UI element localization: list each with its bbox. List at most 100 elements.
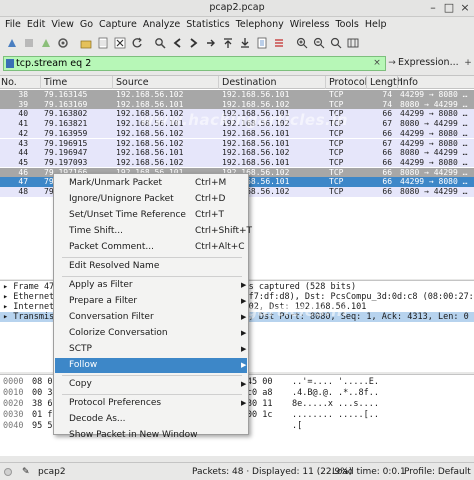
menu-telephony[interactable]: Telephony bbox=[233, 17, 287, 32]
context-menu-item-follow[interactable]: Follow ▶ bbox=[55, 358, 247, 373]
column-divider[interactable] bbox=[40, 76, 41, 89]
packet-protocol: TCP bbox=[329, 148, 344, 158]
packet-length: 67 bbox=[382, 138, 393, 148]
menu-file[interactable]: File bbox=[2, 17, 24, 32]
main-toolbar bbox=[0, 33, 474, 53]
column-header-protocol[interactable]: Protocol bbox=[329, 77, 367, 88]
menu-edit[interactable]: Edit bbox=[24, 17, 48, 32]
column-header-destination[interactable]: Destination bbox=[222, 77, 277, 88]
reload-file-icon[interactable] bbox=[129, 36, 144, 51]
menu-item-label: Time Shift... bbox=[69, 226, 123, 236]
packet-no: 47 bbox=[18, 177, 29, 187]
context-menu-item-set-unset-time-reference[interactable]: Set/Unset Time Reference Ctrl+T bbox=[55, 208, 247, 223]
packet-info: 44299 → 8080 … bbox=[400, 157, 468, 167]
menu-capture[interactable]: Capture bbox=[96, 17, 140, 32]
go-back-icon[interactable] bbox=[169, 36, 184, 51]
toolbar-separator bbox=[288, 36, 292, 51]
title-bar: pcap2.pcap – □ × bbox=[0, 0, 474, 17]
context-menu-item-decode-as[interactable]: Decode As... bbox=[55, 412, 247, 427]
menu-wireless[interactable]: Wireless bbox=[287, 17, 333, 32]
bytes-ascii: 8e.....x ...s.... bbox=[292, 399, 379, 409]
last-packet-icon[interactable] bbox=[237, 36, 252, 51]
capture-options-icon[interactable] bbox=[55, 36, 70, 51]
open-file-icon[interactable] bbox=[78, 36, 93, 51]
packet-destination: 192.168.56.101 bbox=[222, 138, 290, 148]
stop-capture-icon[interactable] bbox=[21, 36, 36, 51]
find-packet-icon[interactable] bbox=[152, 36, 167, 51]
menu-statistics[interactable]: Statistics bbox=[183, 17, 232, 32]
packet-row[interactable]: 38 79.163145 192.168.56.102 192.168.56.101 T… bbox=[0, 90, 474, 100]
minimize-icon[interactable]: – bbox=[426, 1, 440, 15]
close-icon[interactable]: × bbox=[458, 1, 472, 15]
submenu-arrow-icon: ▶ bbox=[241, 281, 247, 289]
column-divider[interactable] bbox=[112, 76, 113, 89]
zoom-out-icon[interactable] bbox=[311, 36, 326, 51]
packet-row[interactable]: 44 79.196947 192.168.56.101 192.168.56.102 T… bbox=[0, 148, 474, 158]
packet-length: 66 bbox=[382, 167, 393, 177]
display-filter-input[interactable]: tcp.stream eq 2 bbox=[3, 56, 386, 71]
add-filter-button-icon[interactable]: + bbox=[462, 57, 474, 70]
status-profile[interactable]: Profile: Default bbox=[404, 467, 471, 477]
menu-item-shortcut: Ctrl+Shift+T bbox=[195, 226, 253, 236]
bytes-offset: 0030 bbox=[3, 410, 24, 420]
packet-row[interactable]: 43 79.196915 192.168.56.102 192.168.56.101 T… bbox=[0, 138, 474, 148]
column-header-time[interactable]: Time bbox=[44, 77, 67, 88]
packet-row[interactable]: 39 79.163169 192.168.56.101 192.168.56.102 T… bbox=[0, 99, 474, 110]
context-menu-item-show-packet-in-new-window[interactable]: Show Packet in New Window bbox=[55, 428, 247, 443]
go-to-packet-icon[interactable] bbox=[203, 36, 218, 51]
bytes-offset: 0040 bbox=[3, 421, 24, 431]
first-packet-icon[interactable] bbox=[220, 36, 235, 51]
zoom-in-icon[interactable] bbox=[294, 36, 309, 51]
clear-filter-icon[interactable]: × bbox=[371, 57, 383, 70]
menu-help[interactable]: Help bbox=[362, 17, 390, 32]
apply-filter-icon[interactable]: → bbox=[386, 57, 398, 70]
packet-row[interactable]: 42 79.163959 192.168.56.102 192.168.56.101 T… bbox=[0, 128, 474, 139]
menu-item-label: Decode As... bbox=[69, 414, 126, 424]
zoom-reset-icon[interactable] bbox=[328, 36, 343, 51]
column-header-no[interactable]: No. bbox=[1, 77, 17, 88]
packet-info: 8080 → 44299 … bbox=[400, 187, 468, 196]
column-divider[interactable] bbox=[366, 76, 367, 89]
autoscroll-icon[interactable] bbox=[254, 36, 269, 51]
context-menu-item-copy[interactable]: Copy ▶ bbox=[55, 377, 247, 392]
column-divider[interactable] bbox=[218, 76, 219, 89]
context-menu-item-protocol-preferences[interactable]: Protocol Preferences ▶ bbox=[55, 396, 247, 411]
column-header-info[interactable]: Info bbox=[400, 77, 418, 88]
packet-source: 192.168.56.102 bbox=[116, 157, 184, 167]
expert-info-icon[interactable] bbox=[4, 468, 12, 476]
context-menu-item-conversation-filter[interactable]: Conversation Filter ▶ bbox=[55, 310, 247, 325]
context-menu-item-packet-comment[interactable]: Packet Comment... Ctrl+Alt+C bbox=[55, 240, 247, 255]
bookmark-icon[interactable] bbox=[6, 59, 14, 68]
restart-capture-icon[interactable] bbox=[38, 36, 53, 51]
column-divider[interactable] bbox=[397, 76, 398, 89]
menu-analyze[interactable]: Analyze bbox=[140, 17, 183, 32]
context-menu-item-ignore-unignore-packet[interactable]: Ignore/Unignore Packet Ctrl+D bbox=[55, 192, 247, 207]
context-menu-item-sctp[interactable]: SCTP ▶ bbox=[55, 342, 247, 357]
close-file-icon[interactable] bbox=[112, 36, 127, 51]
shark-fin-start-icon[interactable] bbox=[4, 36, 19, 51]
expression-button[interactable]: Expression... bbox=[398, 57, 459, 68]
menu-item-label: Follow bbox=[69, 360, 98, 370]
status-bar: ✎ pcap2 Packets: 48 · Displayed: 11 (22.… bbox=[0, 462, 474, 480]
menu-tools[interactable]: Tools bbox=[332, 17, 361, 32]
column-header-source[interactable]: Source bbox=[116, 77, 149, 88]
context-menu-item-prepare-a-filter[interactable]: Prepare a Filter ▶ bbox=[55, 294, 247, 309]
context-menu-item-edit-resolved-name[interactable]: Edit Resolved Name bbox=[55, 259, 247, 274]
status-edit-icon[interactable]: ✎ bbox=[22, 467, 30, 477]
save-file-icon[interactable] bbox=[95, 36, 110, 51]
context-menu-item-apply-as-filter[interactable]: Apply as Filter ▶ bbox=[55, 278, 247, 293]
context-menu-item-colorize-conversation[interactable]: Colorize Conversation ▶ bbox=[55, 326, 247, 341]
packet-row[interactable]: 45 79.197093 192.168.56.102 192.168.56.101 T… bbox=[0, 157, 474, 168]
toolbar-separator bbox=[146, 36, 150, 51]
go-forward-icon[interactable] bbox=[186, 36, 201, 51]
display-filter-bar: tcp.stream eq 2 × → + Expression... bbox=[0, 55, 474, 72]
column-divider[interactable] bbox=[325, 76, 326, 89]
menu-go[interactable]: Go bbox=[77, 17, 96, 32]
colorize-icon[interactable] bbox=[271, 36, 286, 51]
menu-view[interactable]: View bbox=[48, 17, 77, 32]
context-menu-item-mark-unmark-packet[interactable]: Mark/Unmark Packet Ctrl+M bbox=[55, 176, 247, 191]
resize-columns-icon[interactable] bbox=[345, 36, 360, 51]
maximize-icon[interactable]: □ bbox=[442, 1, 456, 15]
packet-destination: 192.168.56.102 bbox=[222, 148, 290, 158]
context-menu-item-time-shift[interactable]: Time Shift... Ctrl+Shift+T bbox=[55, 224, 252, 239]
